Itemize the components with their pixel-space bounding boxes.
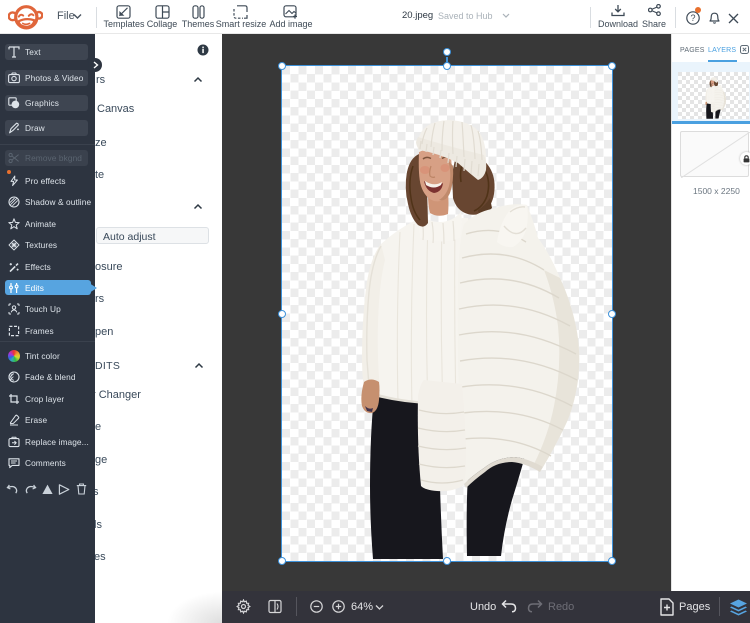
svg-text:?: ? xyxy=(690,13,695,23)
